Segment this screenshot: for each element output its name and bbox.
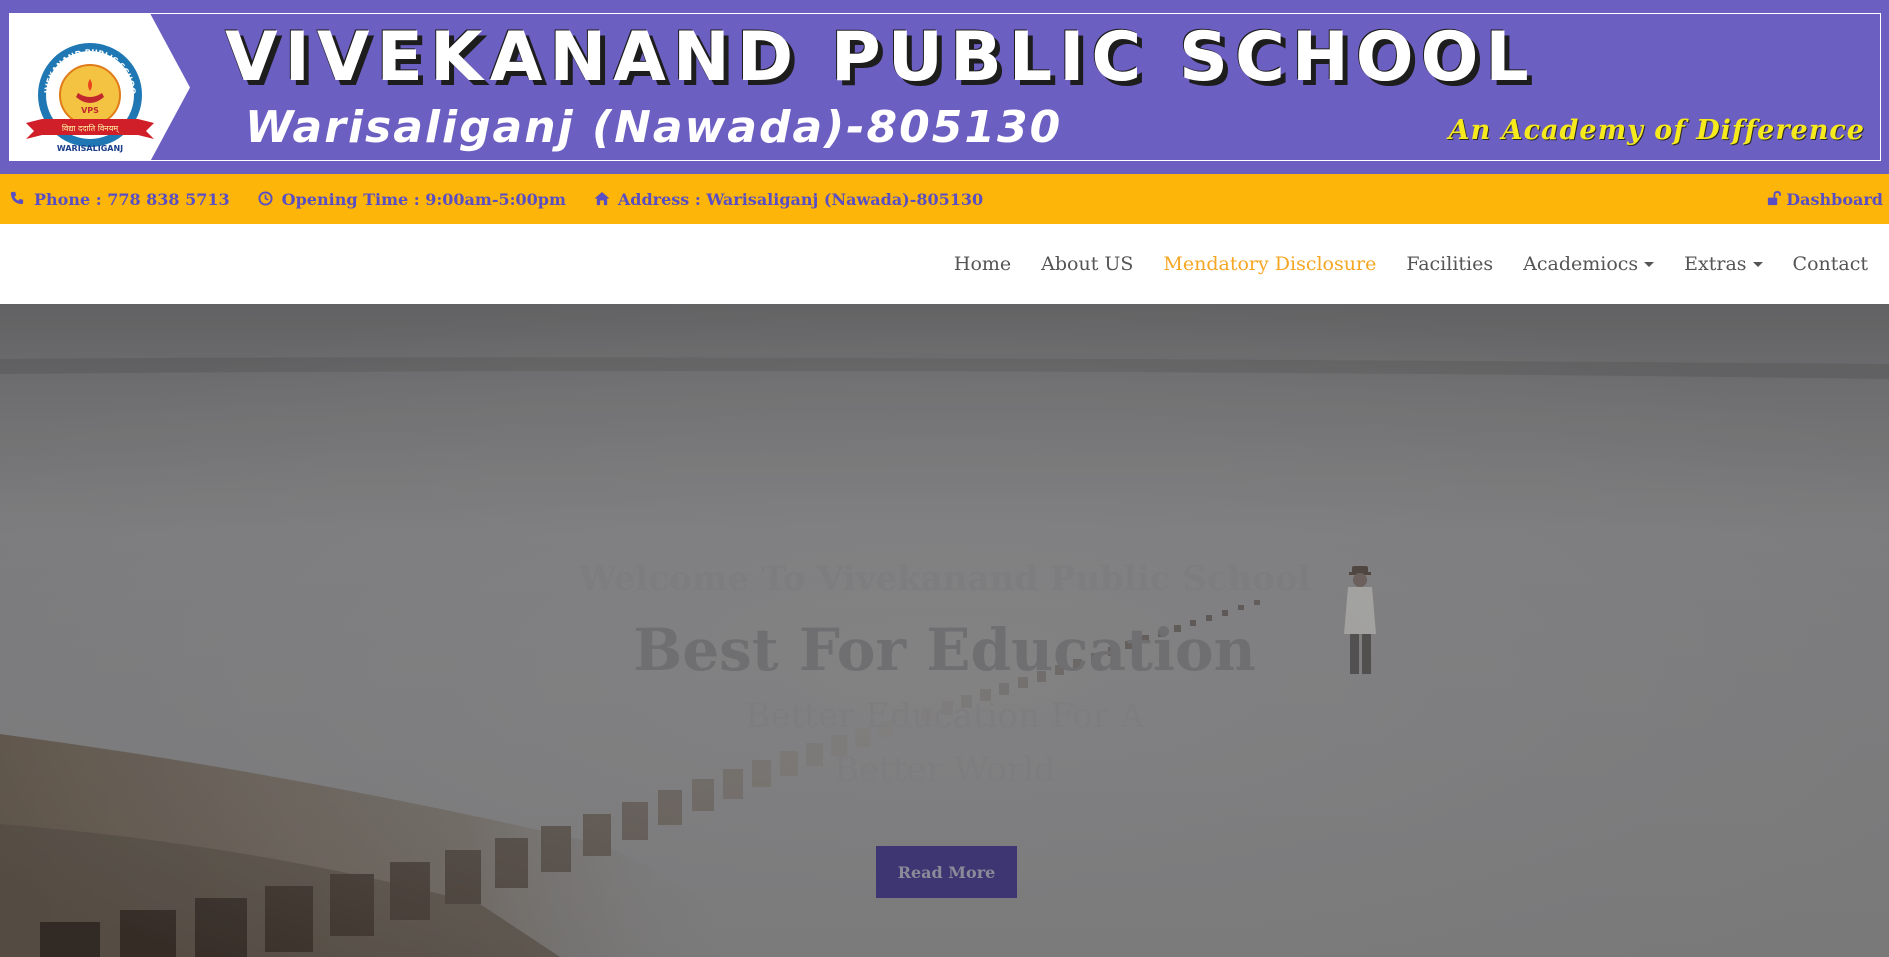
- school-name: VIVEKANAND PUBLIC SCHOOL: [225, 18, 1536, 97]
- nav-item-extras[interactable]: Extras: [1684, 253, 1763, 275]
- logo-motto: विद्या ददाति विनयम्: [62, 123, 120, 134]
- opening-time-text: Opening Time : 9:00am-5:00pm: [281, 189, 566, 209]
- logo-place: WARISALIGANJ: [57, 144, 123, 153]
- address-info: Address : Warisaliganj (Nawada)-805130: [594, 190, 983, 209]
- nav-item-label: About US: [1041, 253, 1134, 275]
- school-logo: VIVEKANAND PUBLIC SCHOOL VPS विद्या ददात…: [22, 39, 154, 153]
- logo-monogram: VPS: [81, 106, 99, 115]
- hero-welcome: Welcome To Vivekanand Public School: [578, 559, 1311, 599]
- phone-info[interactable]: Phone : 778 838 5713: [10, 190, 230, 209]
- home-icon: [594, 191, 610, 207]
- read-more-button[interactable]: Read More: [876, 846, 1017, 898]
- school-location: Warisaliganj (Nawada)-805130: [245, 102, 1063, 153]
- nav-item-label: Mendatory Disclosure: [1163, 253, 1377, 275]
- nav-item-academiocs[interactable]: Academiocs: [1523, 253, 1655, 275]
- nav-menu: Home About US Mendatory Disclosure Facil…: [924, 224, 1889, 304]
- hero-slider: Welcome To Vivekanand Public School Best…: [0, 304, 1889, 957]
- nav-item-contact[interactable]: Contact: [1793, 253, 1868, 275]
- nav-item-label: Home: [953, 253, 1012, 275]
- nav-item-label: Contact: [1792, 253, 1868, 275]
- hero-subheadline: Better Education For A Better World: [745, 696, 1145, 790]
- phone-icon: [10, 191, 26, 207]
- dashboard-label: Dashboard: [1786, 189, 1883, 209]
- caret-down-icon: [1644, 261, 1655, 267]
- logo-center: [59, 64, 121, 126]
- nav-item-facilities[interactable]: Facilities: [1406, 253, 1493, 275]
- unlock-icon: [1766, 191, 1782, 207]
- dashboard-link[interactable]: Dashboard: [1766, 174, 1883, 224]
- nav-item-about-us[interactable]: About US: [1041, 253, 1133, 275]
- school-tagline: An Academy of Difference: [1448, 115, 1865, 146]
- school-banner: VIVEKANAND PUBLIC SCHOOL VPS विद्या ददात…: [0, 0, 1889, 174]
- nav-item-mendatory-disclosure[interactable]: Mendatory Disclosure: [1163, 253, 1376, 275]
- nav-item-label: Academiocs: [1523, 253, 1639, 275]
- nav-item-home[interactable]: Home: [954, 253, 1011, 275]
- nav-item-label: Extras: [1684, 253, 1747, 275]
- hero-headline: Best For Education: [633, 616, 1256, 684]
- info-bar: Phone : 778 838 5713 Opening Time : 9:00…: [0, 174, 1889, 224]
- clock-icon: [258, 191, 274, 207]
- address-text: Address : Warisaliganj (Nawada)-805130: [617, 189, 984, 209]
- caret-down-icon: [1752, 261, 1763, 267]
- hero-caption: Welcome To Vivekanand Public School Best…: [0, 304, 1889, 957]
- main-navbar: Home About US Mendatory Disclosure Facil…: [0, 224, 1889, 304]
- nav-item-label: Facilities: [1406, 253, 1494, 275]
- phone-text: Phone : 778 838 5713: [34, 189, 230, 209]
- opening-time-info: Opening Time : 9:00am-5:00pm: [258, 190, 566, 209]
